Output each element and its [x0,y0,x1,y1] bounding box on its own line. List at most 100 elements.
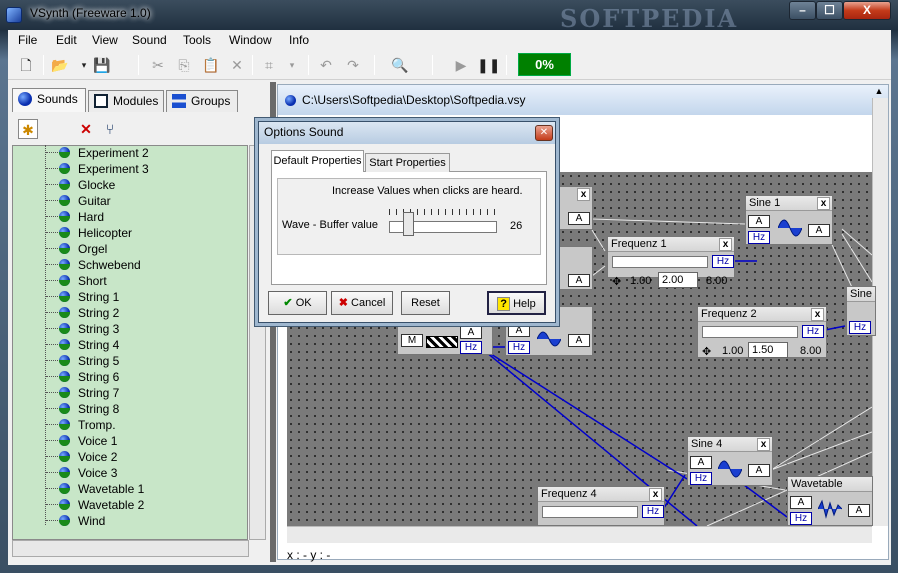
menu-file[interactable]: File [18,33,37,47]
tree-item[interactable]: Wind [12,513,242,529]
ok-button[interactable]: ✔ OK [268,291,327,315]
undo-icon[interactable]: ↶ [316,55,336,75]
frequency-slider[interactable] [542,506,638,518]
new-icon[interactable]: 🗋 [16,55,36,75]
port-a[interactable]: A [690,456,712,469]
port-hz[interactable]: Hz [642,505,664,518]
tree-item[interactable]: Guitar [12,193,242,209]
close-icon[interactable]: x [811,308,824,321]
sine-4-module[interactable]: Sine 4 x A Hz A [687,436,773,486]
tree-item[interactable]: String 2 [12,305,242,321]
scroll-up-icon[interactable]: ▲ [872,86,886,98]
sine-1-module[interactable]: Sine 1 x A Hz A [745,195,833,245]
tree-item[interactable]: Tromp. [12,417,242,433]
search-icon[interactable]: 🔍 [390,55,410,75]
tree-item[interactable]: Voice 3 [12,465,242,481]
buffer-slider-thumb[interactable] [402,212,414,236]
frequency-slider[interactable] [702,326,798,338]
menu-edit[interactable]: Edit [56,33,77,47]
port-hz[interactable]: Hz [690,472,712,485]
menu-tools[interactable]: Tools [183,33,211,47]
cut-icon[interactable]: ✂ [148,55,168,75]
port-a[interactable]: A [568,334,590,347]
sine-module-edge[interactable]: Sine Hz [846,286,876,336]
dialog-close-icon[interactable]: ✕ [535,125,553,141]
port-a[interactable]: A [508,324,530,337]
tree-item[interactable]: String 6 [12,369,242,385]
value-field[interactable]: 2.00 [658,272,698,288]
tab-modules[interactable]: Modules [88,90,164,112]
move-icon[interactable]: ✥ [612,275,621,288]
tree-item[interactable]: Wavetable 2 [12,497,242,513]
port-hz[interactable]: Hz [790,512,812,525]
redo-icon[interactable]: ↷ [343,55,363,75]
paste-icon[interactable]: 📋 [201,55,221,75]
port-a[interactable]: A [568,212,590,225]
port-a[interactable]: A [808,224,830,237]
frequenz-1-module[interactable]: Frequenz 1 x Hz ✥ 1.00 2.00 8.00 [607,236,735,288]
new-sound-icon[interactable]: ✱ [18,119,38,139]
port-hz[interactable]: Hz [460,341,482,354]
tree-item[interactable]: String 3 [12,321,242,337]
menu-window[interactable]: Window [229,33,272,47]
tree-item[interactable]: Experiment 3 [12,161,242,177]
tree-hscrollbar[interactable] [12,540,249,557]
tree-item[interactable]: String 8 [12,401,242,417]
close-icon[interactable]: x [649,488,662,501]
close-icon[interactable]: x [719,238,732,251]
tab-groups[interactable]: Groups [166,90,238,112]
play-icon[interactable]: ▶ [451,55,471,75]
move-icon[interactable]: ✥ [702,345,711,358]
tab-default-properties[interactable]: Default Properties [271,150,364,172]
tree-item[interactable]: Orgel [12,241,242,257]
port-hz[interactable]: Hz [802,325,824,338]
pause-icon[interactable]: ❚❚ [477,55,500,75]
tab-start-properties[interactable]: Start Properties [365,153,450,172]
tree-item[interactable]: Voice 1 [12,433,242,449]
document-hscrollbar[interactable] [287,526,872,543]
port-a[interactable]: A [568,274,590,287]
grid-icon[interactable]: ⌗ [259,55,279,75]
port-a[interactable]: A [790,496,812,509]
frequency-slider[interactable] [612,256,708,268]
delete-icon[interactable]: ✕ [76,119,96,139]
tree-item[interactable]: Short [12,273,242,289]
tree-item[interactable]: String 1 [12,289,242,305]
close-icon[interactable]: x [577,188,590,201]
close-button[interactable]: X [843,1,891,20]
tree-item[interactable]: Voice 2 [12,449,242,465]
copy-icon[interactable]: ⎘ [174,55,194,75]
tab-sounds[interactable]: Sounds [12,88,86,112]
tree-item[interactable]: Hard [12,209,242,225]
wavetable-module[interactable]: Wavetable A Hz A [787,476,873,526]
port-m[interactable]: M [401,334,423,347]
branch-icon[interactable]: ⑂ [100,119,120,139]
frequenz-4-module[interactable]: Frequenz 4 x Hz [537,486,665,526]
value-field[interactable]: 1.50 [748,342,788,358]
port-hz[interactable]: Hz [849,321,871,334]
port-a[interactable]: A [848,504,870,517]
help-button[interactable]: ? Help [487,291,546,315]
title-bar[interactable]: VSynth (Freeware 1.0) SOFTPEDIA – ☐ X [0,0,898,33]
port-hz[interactable]: Hz [508,341,530,354]
tree-item[interactable]: Wavetable 1 [12,481,242,497]
port-a[interactable]: A [748,215,770,228]
menu-sound[interactable]: Sound [132,33,167,47]
tree-item[interactable]: Schwebend [12,257,242,273]
save-icon[interactable]: 💾 [92,55,112,75]
port-a[interactable]: A [748,464,770,477]
tree-item[interactable]: String 4 [12,337,242,353]
port-a[interactable]: A [460,326,482,339]
chevron-down-icon[interactable]: ▾ [74,55,94,75]
tree-item[interactable]: Helicopter [12,225,242,241]
chevron-down-icon[interactable]: ▾ [282,55,302,75]
close-icon[interactable]: x [817,197,830,210]
tree-item[interactable]: String 7 [12,385,242,401]
close-icon[interactable]: x [757,438,770,451]
menu-view[interactable]: View [92,33,118,47]
minimize-button[interactable]: – [789,1,816,20]
maximize-button[interactable]: ☐ [816,1,843,20]
tree-item[interactable]: Glocke [12,177,242,193]
tree-item[interactable]: Experiment 2 [12,145,242,161]
open-icon[interactable]: 📂 [50,55,70,75]
